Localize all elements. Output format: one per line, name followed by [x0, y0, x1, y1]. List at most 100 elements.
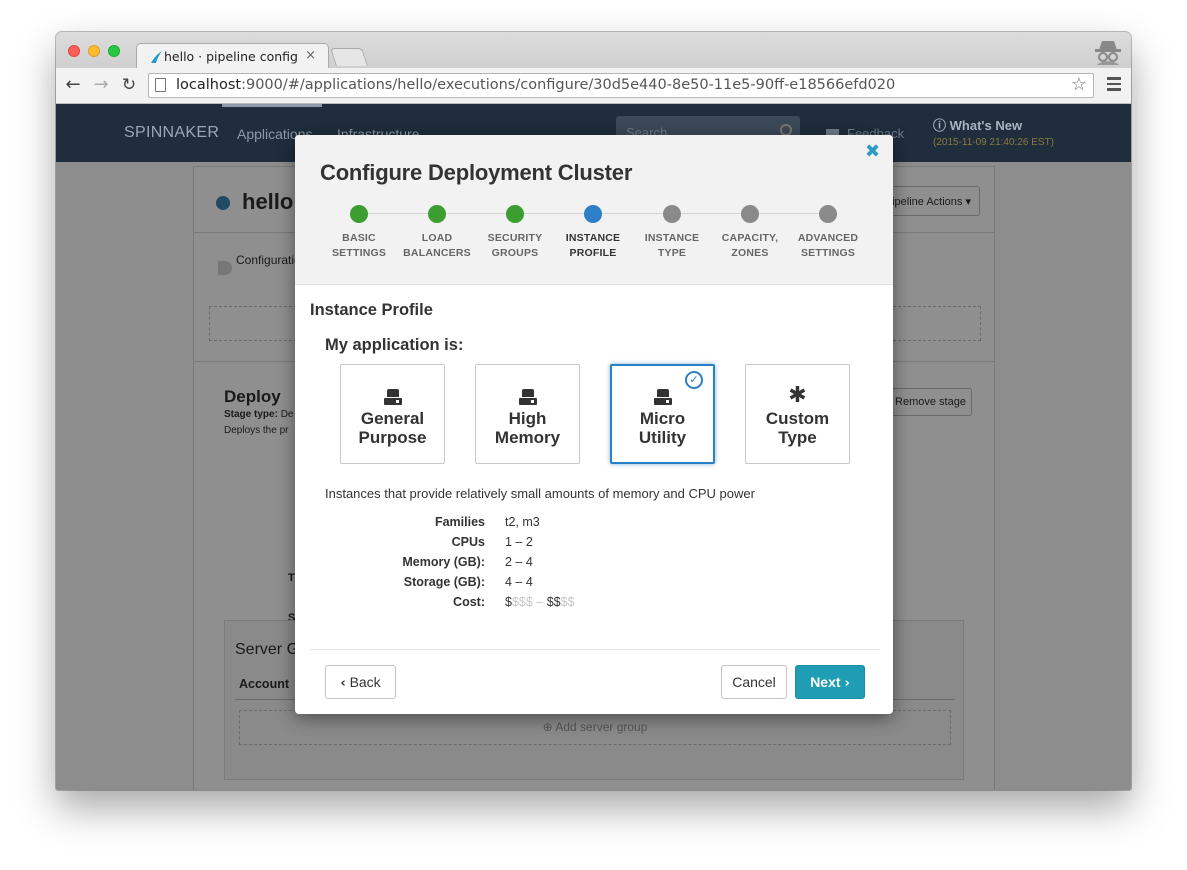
app-title: hello: [242, 189, 294, 214]
url-host: localhost: [176, 77, 242, 93]
whats-new-link[interactable]: ⓘ What's New: [933, 115, 1022, 134]
profile-label: Custom Type: [765, 409, 830, 447]
step-load-balancers[interactable]: LOAD BALANCERS: [392, 205, 482, 261]
step-pending-dot: [819, 205, 837, 223]
step-advanced-settings[interactable]: ADVANCED SETTINGS: [783, 205, 873, 261]
tab-close-icon[interactable]: ×: [305, 48, 316, 63]
profile-high-memory[interactable]: High Memory: [475, 364, 580, 464]
server-icon: [519, 389, 537, 405]
step-security-groups[interactable]: SECURITY GROUPS: [470, 205, 560, 261]
asterisk-icon: ✱: [788, 383, 807, 408]
browser-toolbar: ← → ↻ localhost:9000/#/applications/hell…: [56, 68, 1131, 104]
cost-separator: –: [532, 595, 547, 609]
server-groups-title: Server G: [235, 641, 300, 658]
close-icon[interactable]: ✖: [865, 141, 880, 162]
remove-stage-button[interactable]: Remove stage: [889, 388, 972, 416]
spec-label: Families: [434, 515, 485, 529]
zoom-window-button[interactable]: [108, 45, 120, 57]
server-icon: [654, 389, 672, 405]
forward-arrow-icon[interactable]: →: [90, 74, 112, 96]
checkmark-icon: ✓: [685, 371, 703, 389]
spec-value: t2, m3: [505, 515, 540, 529]
spec-row-cpus: CPUs 1 – 2: [295, 535, 893, 555]
deploy-stage-title: Deploy: [224, 387, 281, 406]
spec-value: 2 – 4: [505, 555, 533, 569]
cancel-button[interactable]: Cancel: [721, 665, 787, 699]
step-instance-type[interactable]: INSTANCE TYPE: [627, 205, 717, 261]
chevron-right-icon: ›: [844, 676, 850, 691]
minimize-window-button[interactable]: [88, 45, 100, 57]
whats-new-date: (2015-11-09 21:40:26 EST): [933, 137, 1055, 148]
step-label: BASIC SETTINGS: [331, 232, 387, 259]
spec-label: CPUs: [451, 535, 485, 549]
profile-prompt: My application is:: [325, 336, 464, 354]
new-tab-button[interactable]: [330, 48, 368, 66]
step-label: SECURITY GROUPS: [487, 232, 543, 259]
back-button[interactable]: ‹ Back: [325, 665, 396, 699]
spinnaker-favicon-icon: [151, 51, 162, 63]
spec-row-cost: Cost: $$$$ – $$$$: [295, 595, 893, 615]
next-label: Next: [810, 674, 841, 690]
active-nav-indicator: [222, 104, 322, 107]
browser-menu-icon[interactable]: [1107, 77, 1121, 91]
step-pending-dot: [741, 205, 759, 223]
modal-footer-divider: [310, 649, 880, 650]
reload-icon[interactable]: ↻: [118, 74, 140, 96]
step-capacity-zones[interactable]: CAPACITY, ZONES: [705, 205, 795, 261]
close-window-button[interactable]: [68, 45, 80, 57]
profile-micro-utility[interactable]: ✓ Micro Utility: [610, 364, 715, 464]
chevron-left-icon: ‹: [340, 676, 346, 691]
account-column-header: Account: [239, 677, 289, 691]
step-basic-settings[interactable]: BASIC SETTINGS: [314, 205, 404, 261]
spec-value: 1 – 2: [505, 535, 533, 549]
spec-row-families: Families t2, m3: [295, 515, 893, 535]
profile-label: High Memory: [494, 409, 561, 447]
spec-label: Storage (GB):: [403, 575, 485, 589]
step-label: LOAD BALANCERS: [403, 232, 471, 259]
profile-description: Instances that provide relatively small …: [325, 486, 755, 501]
profile-label: Micro Utility: [638, 409, 687, 447]
cost-min-inactive: $$$: [511, 595, 533, 609]
cost-max-inactive: $$: [560, 595, 575, 609]
address-bar[interactable]: localhost:9000/#/applications/hello/exec…: [148, 73, 1094, 98]
url-text[interactable]: localhost:9000/#/applications/hello/exec…: [176, 77, 895, 93]
step-label: INSTANCE PROFILE: [565, 232, 621, 259]
modal-header: Configure Deployment Cluster ✖ BASIC SET…: [295, 135, 893, 285]
app-status-icon: [216, 196, 230, 210]
bookmark-star-icon[interactable]: ☆: [1071, 74, 1087, 95]
whats-new-label: What's New: [949, 118, 1023, 133]
next-button[interactable]: Next ›: [795, 665, 865, 699]
tab-title: hello · pipeline config: [164, 49, 298, 64]
step-complete-dot: [506, 205, 524, 223]
step-complete-dot: [350, 205, 368, 223]
cost-min-active: $: [505, 595, 512, 609]
step-instance-profile[interactable]: INSTANCE PROFILE: [548, 205, 638, 261]
spec-label: Memory (GB):: [402, 555, 485, 569]
section-title: Instance Profile: [310, 301, 433, 319]
server-icon: [384, 389, 402, 405]
cost-value: $$$$ – $$$$: [505, 595, 575, 609]
spec-row-storage: Storage (GB): 4 – 4: [295, 575, 893, 595]
browser-tab[interactable]: hello · pipeline config ×: [136, 43, 329, 69]
brand-logo[interactable]: SPINNAKER: [124, 124, 219, 142]
step-active-dot: [584, 205, 602, 223]
back-arrow-icon[interactable]: ←: [62, 74, 84, 96]
step-complete-dot: [428, 205, 446, 223]
back-label: Back: [349, 674, 381, 690]
cost-max-active: $$: [546, 595, 561, 609]
step-pending-dot: [663, 205, 681, 223]
step-label: INSTANCE TYPE: [644, 232, 700, 259]
stage-type-label: Stage type:: [224, 409, 278, 420]
stage-description: Deploys the pr: [224, 425, 289, 436]
form-label: T: [288, 572, 295, 584]
configure-deployment-modal: Configure Deployment Cluster ✖ BASIC SET…: [295, 135, 893, 714]
stage-type-value: De: [280, 409, 294, 420]
stage-marker-icon: [218, 261, 232, 275]
step-label: ADVANCED SETTINGS: [797, 232, 859, 259]
incognito-icon: [1095, 41, 1121, 65]
profile-custom-type[interactable]: ✱ Custom Type: [745, 364, 850, 464]
spec-row-memory: Memory (GB): 2 – 4: [295, 555, 893, 575]
add-server-group-button[interactable]: ⊕ Add server group: [239, 710, 951, 745]
profile-general-purpose[interactable]: General Purpose: [340, 364, 445, 464]
profile-label: General Purpose: [358, 409, 427, 447]
